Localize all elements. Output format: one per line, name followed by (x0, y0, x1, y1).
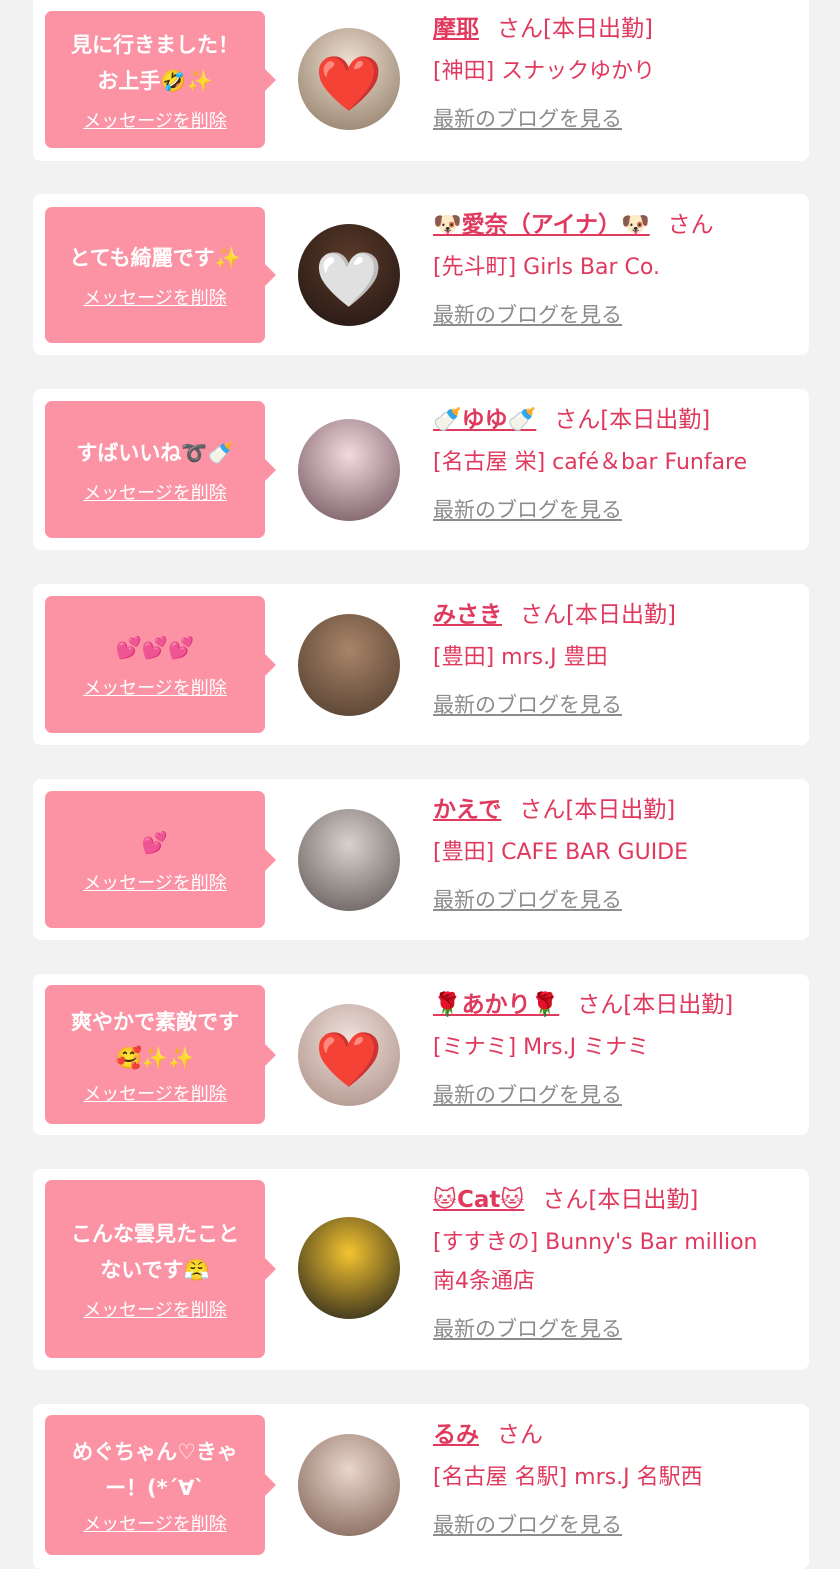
message-bubble: 見に行きました！ お上手🤣✨ メッセージを削除 (45, 11, 276, 148)
cast-status: さん[本日出勤] (497, 16, 653, 42)
cast-status: さん (497, 1422, 543, 1448)
message-text: めぐちゃん♡きゃ ー！(*´∀` (72, 1440, 238, 1500)
delete-message-link[interactable]: メッセージを削除 (83, 1080, 227, 1106)
message-card: すばいいね➰🍼 メッセージを削除 🍼ゆゆ🍼 さん[本日出勤] [名古屋 栄] ca… (33, 389, 809, 550)
latest-blog-link[interactable]: 最新のブログを見る (433, 103, 622, 133)
cast-name-link[interactable]: みさき (433, 602, 502, 628)
avatar[interactable]: ❤️ (298, 1004, 400, 1106)
cast-info: 🌹あかり🌹 さん[本日出勤] [ミナミ] Mrs.J ミナミ 最新のブログを見る (433, 990, 799, 1109)
cast-name-link[interactable]: 🌹あかり🌹 (433, 992, 559, 1018)
message-card: とても綺麗です✨ メッセージを削除 🤍 🐶愛奈（アイナ）🐶 さん [先斗町] Gi… (33, 194, 809, 355)
message-text: すばいいね➰🍼 (76, 440, 234, 465)
avatar[interactable]: ❤️ (298, 28, 400, 130)
cast-info: 摩耶 さん[本日出勤] [神田] スナックゆかり 最新のブログを見る (433, 14, 799, 133)
message-bubble: めぐちゃん♡きゃ ー！(*´∀` メッセージを削除 (45, 1415, 276, 1555)
delete-message-link[interactable]: メッセージを削除 (83, 1510, 227, 1536)
cast-name-link[interactable]: 摩耶 (433, 16, 479, 42)
cast-name-link[interactable]: 🐶愛奈（アイナ）🐶 (433, 212, 650, 238)
heart-sticker-icon: ❤️ (315, 1028, 383, 1092)
cast-info: かえで さん[本日出勤] [豊田] CAFE BAR GUIDE 最新のブログを見… (433, 795, 799, 914)
cast-status: さん[本日出勤] (554, 407, 711, 433)
cast-name-link[interactable]: かえで (433, 797, 501, 823)
shop-name: [ミナミ] Mrs.J ミナミ (433, 1035, 650, 1060)
avatar[interactable] (298, 1217, 400, 1319)
cast-info: 🍼ゆゆ🍼 さん[本日出勤] [名古屋 栄] café＆bar Funfare 最新… (433, 405, 799, 524)
shop-name: [豊田] CAFE BAR GUIDE (433, 840, 689, 865)
message-text: とても綺麗です✨ (69, 246, 241, 270)
cast-info: るみ さん [名古屋 名駅] mrs.J 名駅西 最新のブログを見る (433, 1420, 799, 1539)
message-bubble: 💕💕💕 メッセージを削除 (45, 596, 276, 733)
heart-sticker-icon: 🤍 (315, 248, 383, 312)
message-bubble: 💕 メッセージを削除 (45, 791, 276, 928)
latest-blog-link[interactable]: 最新のブログを見る (433, 884, 622, 914)
shop-name: [豊田] mrs.J 豊田 (433, 645, 608, 670)
message-bubble: 爽やかで素敵です 🥰✨✨ メッセージを削除 (45, 985, 276, 1124)
message-card: めぐちゃん♡きゃ ー！(*´∀` メッセージを削除 るみ さん [名古屋 名駅] … (33, 1404, 809, 1569)
cast-status: さん[本日出勤] (577, 992, 734, 1018)
avatar[interactable]: 🤍 (298, 224, 400, 326)
latest-blog-link[interactable]: 最新のブログを見る (433, 494, 622, 524)
message-card: 💕💕💕 メッセージを削除 みさき さん[本日出勤] [豊田] mrs.J 豊田 最… (33, 584, 809, 745)
shop-name: [先斗町] Girls Bar Co. (433, 255, 660, 280)
delete-message-link[interactable]: メッセージを削除 (83, 479, 227, 505)
message-text: 💕 (141, 830, 169, 855)
cast-info: 🐱Cat🐱 さん[本日出勤] [すすきの] Bunny's Bar million… (433, 1185, 799, 1343)
latest-blog-link[interactable]: 最新のブログを見る (433, 689, 622, 719)
latest-blog-link[interactable]: 最新のブログを見る (433, 1079, 622, 1109)
cast-status: さん[本日出勤] (519, 797, 676, 823)
cast-status: さん[本日出勤] (542, 1187, 699, 1213)
message-card: 💕 メッセージを削除 かえで さん[本日出勤] [豊田] CAFE BAR GUI… (33, 779, 809, 940)
delete-message-link[interactable]: メッセージを削除 (83, 869, 227, 895)
message-bubble: すばいいね➰🍼 メッセージを削除 (45, 401, 276, 538)
message-card: 爽やかで素敵です 🥰✨✨ メッセージを削除 ❤️ 🌹あかり🌹 さん[本日出勤] [… (33, 974, 809, 1135)
latest-blog-link[interactable]: 最新のブログを見る (433, 1313, 622, 1343)
cast-name-link[interactable]: るみ (433, 1422, 479, 1448)
cast-status: さん[本日出勤] (520, 602, 676, 628)
latest-blog-link[interactable]: 最新のブログを見る (433, 1509, 622, 1539)
message-text: 爽やかで素敵です 🥰✨✨ (71, 1009, 239, 1070)
cast-info: 🐶愛奈（アイナ）🐶 さん [先斗町] Girls Bar Co. 最新のブログを見… (433, 210, 799, 329)
message-text: こんな雲見たこと ないです😤 (71, 1222, 239, 1282)
message-text: 💕💕💕 (115, 635, 195, 660)
avatar[interactable] (298, 419, 400, 521)
message-card: こんな雲見たこと ないです😤 メッセージを削除 🐱Cat🐱 さん[本日出勤] [す… (33, 1169, 809, 1370)
shop-name: [名古屋 栄] café＆bar Funfare (433, 450, 748, 475)
latest-blog-link[interactable]: 最新のブログを見る (433, 299, 622, 329)
message-card: 見に行きました！ お上手🤣✨ メッセージを削除 ❤️ 摩耶 さん[本日出勤] [神… (33, 0, 809, 161)
shop-name: [名古屋 名駅] mrs.J 名駅西 (433, 1465, 703, 1490)
delete-message-link[interactable]: メッセージを削除 (83, 674, 227, 700)
heart-sticker-icon: ❤️ (315, 52, 383, 116)
cast-status: さん (667, 212, 714, 238)
cast-name-link[interactable]: 🍼ゆゆ🍼 (433, 407, 536, 433)
avatar[interactable] (298, 614, 400, 716)
cast-name-link[interactable]: 🐱Cat🐱 (433, 1187, 524, 1213)
delete-message-link[interactable]: メッセージを削除 (83, 284, 227, 310)
avatar[interactable] (298, 1434, 400, 1536)
message-text: 見に行きました！ お上手🤣✨ (71, 32, 239, 93)
message-bubble: こんな雲見たこと ないです😤 メッセージを削除 (45, 1180, 276, 1358)
shop-name: [神田] スナックゆかり (433, 59, 656, 84)
shop-name: [すすきの] Bunny's Bar million 南4条通店 (433, 1230, 758, 1294)
message-bubble: とても綺麗です✨ メッセージを削除 (45, 207, 276, 343)
delete-message-link[interactable]: メッセージを削除 (83, 107, 227, 133)
avatar[interactable] (298, 809, 400, 911)
delete-message-link[interactable]: メッセージを削除 (83, 1296, 227, 1322)
cast-info: みさき さん[本日出勤] [豊田] mrs.J 豊田 最新のブログを見る (433, 600, 799, 719)
